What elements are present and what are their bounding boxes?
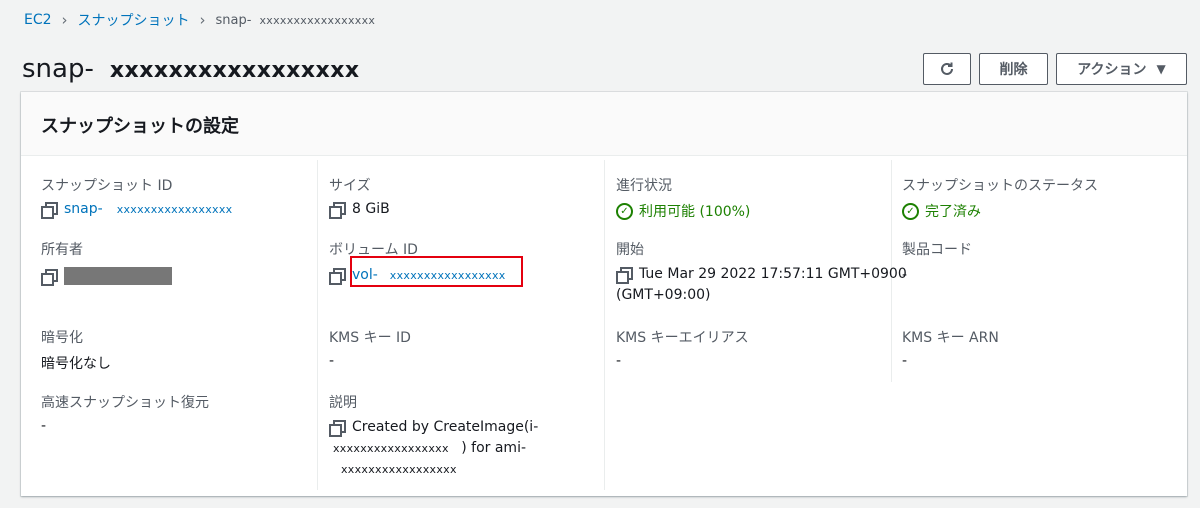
description-value: Created by CreateImage(i- xxxxxxxxxxxxxx… — [329, 417, 538, 480]
fast-restore-field: 高速スナップショット復元 - — [41, 392, 209, 434]
started-line2: (GMT+09:00) — [616, 287, 711, 303]
owner-value-row — [41, 267, 172, 286]
copy-icon[interactable] — [616, 267, 633, 284]
copy-icon[interactable] — [41, 201, 58, 219]
kms-key-id-label: KMS キー ID — [329, 330, 411, 346]
encryption-value: 暗号化なし — [41, 356, 111, 372]
kms-key-id-field: KMS キー ID - — [329, 327, 411, 369]
owner-field: 所有者 — [41, 239, 172, 286]
started-value: Tue Mar 29 2022 17:57:11 GMT+0900 (GMT+0… — [616, 264, 907, 306]
highlight-box — [350, 256, 523, 287]
snapshot-id-label: スナップショット ID — [41, 178, 173, 194]
started-field: 開始 Tue Mar 29 2022 17:57:11 GMT+0900 (GM… — [616, 239, 907, 306]
page-title-id: xxxxxxxxxxxxxxxxx — [109, 58, 360, 83]
encryption-field: 暗号化 暗号化なし — [41, 327, 111, 373]
fast-restore-value: - — [41, 418, 47, 434]
breadcrumb-ec2-link[interactable]: EC2 — [24, 12, 52, 28]
owner-label: 所有者 — [41, 242, 83, 258]
refresh-icon — [941, 62, 953, 75]
size-label: サイズ — [329, 178, 371, 194]
copy-icon[interactable] — [41, 268, 58, 286]
progress-label: 進行状況 — [616, 178, 672, 194]
size-value: 8 GiB — [352, 201, 390, 217]
kms-key-id-value: - — [329, 353, 335, 369]
description-line1: Created by CreateImage(i- — [352, 419, 539, 435]
breadcrumb-current-prefix: snap- — [215, 12, 252, 28]
chevron-right-icon: › — [199, 11, 206, 29]
product-code-field: 製品コード - — [902, 239, 972, 283]
copy-icon[interactable] — [329, 201, 346, 219]
caret-down-icon: ▼ — [1156, 62, 1166, 76]
snapshot-id-prefix[interactable]: snap- — [64, 201, 103, 217]
page-title-prefix: snap- — [22, 54, 94, 84]
started-line1: Tue Mar 29 2022 17:57:11 GMT+0900 — [639, 266, 907, 282]
kms-key-alias-label: KMS キーエイリアス — [616, 330, 749, 346]
breadcrumb: EC2 › スナップショット › snap-xxxxxxxxxxxxxxxxx — [24, 10, 375, 30]
breadcrumb-snapshots-link[interactable]: スナップショット — [78, 10, 190, 30]
description-instance-id: xxxxxxxxxxxxxxxxx — [333, 442, 449, 455]
started-label: 開始 — [616, 242, 644, 258]
product-code-label: 製品コード — [902, 242, 972, 258]
status-field: スナップショットのステータス ✓ 完了済み — [902, 175, 1098, 221]
refresh-button[interactable] — [923, 53, 971, 85]
description-field: 説明 Created by CreateImage(i- xxxxxxxxxxx… — [329, 392, 538, 480]
snapshot-id-link[interactable]: xxxxxxxxxxxxxxxxx — [117, 203, 233, 216]
kms-key-arn-value: - — [902, 353, 908, 369]
header-actions: 削除 アクション ▼ — [923, 53, 1187, 85]
description-ami-id: xxxxxxxxxxxxxxxxx — [341, 463, 457, 476]
encryption-label: 暗号化 — [41, 330, 83, 346]
snapshot-id-value: snap- xxxxxxxxxxxxxxxxx — [41, 201, 233, 219]
progress-value-row: ✓ 利用可能 (100%) — [616, 201, 750, 221]
panel-header: スナップショットの設定 — [21, 92, 1187, 156]
size-field: サイズ 8 GiB — [329, 175, 390, 219]
kms-key-arn-field: KMS キー ARN - — [902, 327, 999, 369]
status-label: スナップショットのステータス — [902, 178, 1098, 194]
kms-key-arn-label: KMS キー ARN — [902, 330, 999, 346]
redacted-owner — [64, 267, 172, 285]
snapshot-settings-panel: スナップショットの設定 スナップショット ID snap- xxxxxxxxxx… — [21, 92, 1187, 496]
check-circle-icon: ✓ — [616, 202, 633, 220]
breadcrumb-current-id: xxxxxxxxxxxxxxxxx — [259, 13, 376, 27]
size-value-row: 8 GiB — [329, 201, 390, 219]
actions-dropdown-button[interactable]: アクション ▼ — [1056, 53, 1187, 85]
page-title: snap-xxxxxxxxxxxxxxxxx — [22, 54, 360, 84]
status-value-row: ✓ 完了済み — [902, 201, 1098, 221]
copy-icon[interactable] — [329, 420, 346, 437]
delete-button[interactable]: 削除 — [979, 53, 1048, 85]
chevron-right-icon: › — [61, 11, 68, 29]
snapshot-id-field: スナップショット ID snap- xxxxxxxxxxxxxxxxx — [41, 175, 233, 219]
column-divider — [604, 160, 605, 490]
breadcrumb-current: snap-xxxxxxxxxxxxxxxxx — [216, 13, 376, 28]
check-circle-icon: ✓ — [902, 202, 919, 220]
status-value: 完了済み — [925, 204, 981, 220]
actions-label: アクション — [1077, 62, 1147, 78]
progress-value: 利用可能 (100%) — [639, 204, 751, 220]
fast-restore-label: 高速スナップショット復元 — [41, 395, 209, 411]
description-line2-rest: ) for ami- — [461, 440, 527, 456]
progress-field: 進行状況 ✓ 利用可能 (100%) — [616, 175, 750, 221]
description-label: 説明 — [329, 395, 357, 411]
kms-key-alias-value: - — [616, 353, 622, 369]
kms-key-alias-field: KMS キーエイリアス - — [616, 327, 749, 369]
panel-title: スナップショットの設定 — [41, 116, 239, 137]
copy-icon[interactable] — [329, 267, 346, 285]
column-divider — [317, 160, 318, 490]
product-code-value: - — [902, 267, 908, 283]
